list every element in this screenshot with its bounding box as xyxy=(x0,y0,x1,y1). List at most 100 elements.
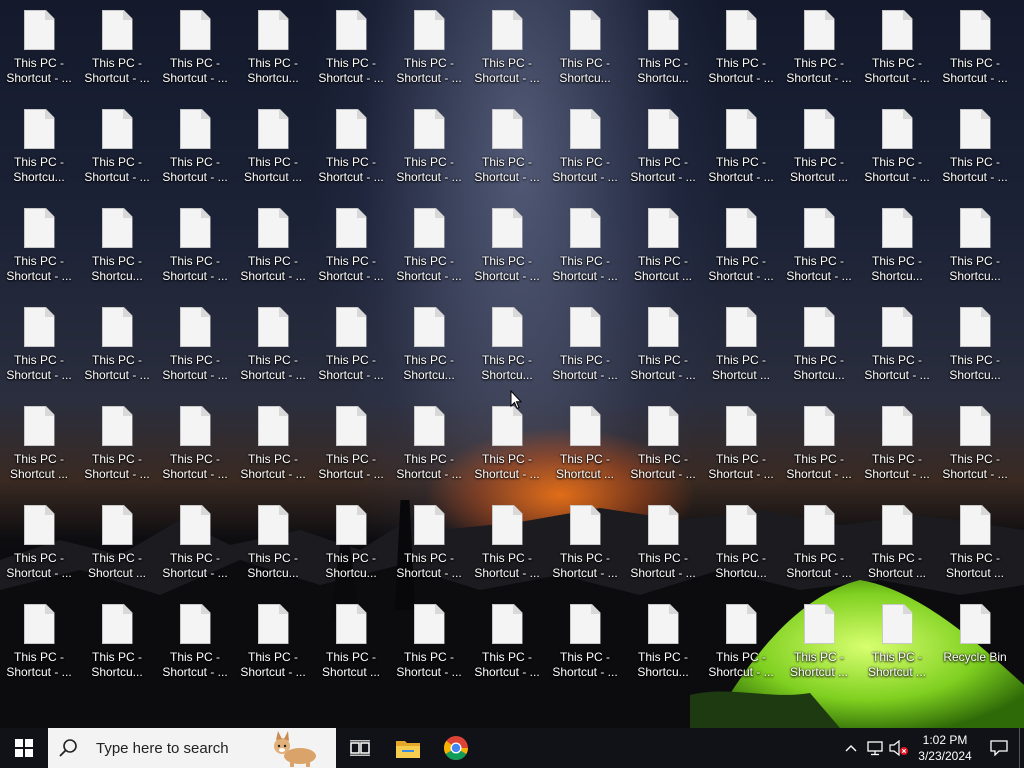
desktop-shortcut[interactable]: This PC - Shortcut - ... xyxy=(1,0,77,92)
desktop-shortcut[interactable]: This PC - Shortcut - ... xyxy=(313,396,389,488)
desktop-shortcut[interactable]: This PC - Shortcut - ... xyxy=(625,495,701,587)
desktop-shortcut[interactable]: This PC - Shortcut ... xyxy=(859,495,935,587)
desktop-shortcut[interactable]: This PC - Shortcut - ... xyxy=(313,99,389,191)
desktop-shortcut[interactable]: This PC - Shortcut - ... xyxy=(157,99,233,191)
desktop-shortcut[interactable]: This PC - Shortcut - ... xyxy=(79,99,155,191)
desktop-shortcut[interactable]: This PC - Shortcut - ... xyxy=(703,594,779,686)
desktop-shortcut[interactable]: This PC - Shortcut - ... xyxy=(469,198,545,290)
desktop-shortcut[interactable]: This PC - Shortcut ... xyxy=(79,495,155,587)
desktop-shortcut[interactable]: This PC - Shortcut ... xyxy=(781,99,857,191)
desktop-shortcut[interactable]: This PC - Shortcut - ... xyxy=(79,297,155,389)
start-button[interactable] xyxy=(0,728,48,768)
desktop-shortcut[interactable]: This PC - Shortcut - ... xyxy=(937,99,1013,191)
desktop-shortcut[interactable]: This PC - Shortcut - ... xyxy=(313,0,389,92)
desktop-shortcut[interactable]: This PC - Shortcut - ... xyxy=(157,396,233,488)
desktop-shortcut[interactable]: This PC - Shortcut - ... xyxy=(1,495,77,587)
chrome-button[interactable] xyxy=(432,728,480,768)
desktop-shortcut[interactable]: This PC - Shortcut - ... xyxy=(781,198,857,290)
desktop-shortcut[interactable]: This PC - Shortcu... xyxy=(391,297,467,389)
desktop-shortcut[interactable]: This PC - Shortcut - ... xyxy=(547,99,623,191)
desktop-shortcut[interactable]: This PC - Shortcut - ... xyxy=(391,396,467,488)
desktop-shortcut[interactable]: This PC - Shortcut - ... xyxy=(391,495,467,587)
network-button[interactable] xyxy=(863,728,887,768)
desktop-shortcut[interactable]: This PC - Shortcut ... xyxy=(547,396,623,488)
desktop-shortcut[interactable]: This PC - Shortcut - ... xyxy=(1,594,77,686)
desktop-shortcut[interactable]: This PC - Shortcut - ... xyxy=(781,0,857,92)
desktop-shortcut[interactable]: This PC - Shortcut - ... xyxy=(157,297,233,389)
volume-button[interactable] xyxy=(887,728,911,768)
task-view-button[interactable] xyxy=(336,728,384,768)
desktop-shortcut[interactable]: This PC - Shortcut ... xyxy=(235,99,311,191)
desktop-shortcut[interactable]: This PC - Shortcu... xyxy=(79,198,155,290)
desktop-shortcut[interactable]: This PC - Shortcut - ... xyxy=(313,297,389,389)
desktop-shortcut[interactable]: This PC - Shortcut - ... xyxy=(157,0,233,92)
desktop-shortcut[interactable]: This PC - Shortcu... xyxy=(937,198,1013,290)
desktop-shortcut[interactable]: This PC - Shortcut - ... xyxy=(547,594,623,686)
desktop-shortcut[interactable]: This PC - Shortcut - ... xyxy=(469,0,545,92)
desktop-shortcut[interactable]: This PC - Shortcut - ... xyxy=(781,396,857,488)
desktop-shortcut[interactable]: This PC - Shortcut - ... xyxy=(625,297,701,389)
desktop-shortcut[interactable]: This PC - Shortcu... xyxy=(79,594,155,686)
desktop-shortcut[interactable]: This PC - Shortcut - ... xyxy=(859,297,935,389)
recycle-bin-icon-item[interactable]: Recycle Bin xyxy=(937,594,1013,686)
desktop-shortcut[interactable]: This PC - Shortcu... xyxy=(859,198,935,290)
desktop-shortcut[interactable]: This PC - Shortcut - ... xyxy=(235,594,311,686)
desktop-shortcut[interactable]: This PC - Shortcut - ... xyxy=(235,297,311,389)
desktop-shortcut[interactable]: This PC - Shortcut - ... xyxy=(937,396,1013,488)
desktop-shortcut[interactable]: This PC - Shortcut - ... xyxy=(703,99,779,191)
clock[interactable]: 1:02 PM 3/23/2024 xyxy=(911,732,979,764)
desktop-shortcut[interactable]: This PC - Shortcut - ... xyxy=(547,198,623,290)
desktop-shortcut[interactable]: This PC - Shortcu... xyxy=(625,594,701,686)
desktop-shortcut[interactable]: This PC - Shortcut - ... xyxy=(157,495,233,587)
desktop-shortcut[interactable]: This PC - Shortcut ... xyxy=(781,594,857,686)
desktop-shortcut[interactable]: This PC - Shortcut - ... xyxy=(391,198,467,290)
desktop-shortcut[interactable]: This PC - Shortcut - ... xyxy=(157,594,233,686)
desktop-shortcut[interactable]: This PC - Shortcut - ... xyxy=(79,396,155,488)
desktop-shortcut[interactable]: This PC - Shortcut ... xyxy=(859,594,935,686)
desktop-shortcut[interactable]: This PC - Shortcut - ... xyxy=(547,495,623,587)
desktop-shortcut[interactable]: This PC - Shortcut ... xyxy=(1,396,77,488)
show-desktop-button[interactable] xyxy=(1019,728,1024,768)
desktop-shortcut[interactable]: This PC - Shortcut - ... xyxy=(79,0,155,92)
desktop-shortcut[interactable]: This PC - Shortcu... xyxy=(313,495,389,587)
taskbar-search-box[interactable]: Type here to search xyxy=(48,728,336,768)
desktop-shortcut[interactable]: This PC - Shortcut ... xyxy=(937,495,1013,587)
file-explorer-button[interactable] xyxy=(384,728,432,768)
desktop-shortcut[interactable]: This PC - Shortcut ... xyxy=(625,198,701,290)
desktop-shortcut[interactable]: This PC - Shortcut - ... xyxy=(1,198,77,290)
desktop-shortcut[interactable]: This PC - Shortcut - ... xyxy=(547,297,623,389)
desktop-shortcut[interactable]: This PC - Shortcut - ... xyxy=(859,396,935,488)
desktop-shortcut[interactable]: This PC - Shortcu... xyxy=(1,99,77,191)
desktop-shortcut[interactable]: This PC - Shortcu... xyxy=(235,0,311,92)
desktop-shortcut[interactable]: This PC - Shortcut - ... xyxy=(703,198,779,290)
desktop-shortcut[interactable]: This PC - Shortcut - ... xyxy=(469,99,545,191)
desktop-shortcut[interactable]: This PC - Shortcut - ... xyxy=(1,297,77,389)
desktop-shortcut[interactable]: This PC - Shortcut - ... xyxy=(469,396,545,488)
desktop-shortcut[interactable]: This PC - Shortcu... xyxy=(235,495,311,587)
desktop-shortcut[interactable]: This PC - Shortcut - ... xyxy=(937,0,1013,92)
show-hidden-icons-button[interactable] xyxy=(839,728,863,768)
desktop-shortcut[interactable]: This PC - Shortcut - ... xyxy=(235,198,311,290)
desktop-shortcut[interactable]: This PC - Shortcut - ... xyxy=(235,396,311,488)
desktop-shortcut[interactable]: This PC - Shortcut - ... xyxy=(391,99,467,191)
desktop-shortcut[interactable]: This PC - Shortcut - ... xyxy=(391,0,467,92)
desktop-shortcut[interactable]: This PC - Shortcu... xyxy=(469,297,545,389)
desktop-shortcut[interactable]: This PC - Shortcut - ... xyxy=(781,495,857,587)
desktop-shortcut[interactable]: This PC - Shortcut - ... xyxy=(313,198,389,290)
desktop-shortcut[interactable]: This PC - Shortcu... xyxy=(625,0,701,92)
desktop-shortcut[interactable]: This PC - Shortcut - ... xyxy=(625,99,701,191)
desktop-shortcut[interactable]: This PC - Shortcut - ... xyxy=(859,99,935,191)
desktop-shortcut[interactable]: This PC - Shortcut - ... xyxy=(625,396,701,488)
desktop-shortcut[interactable]: This PC - Shortcut ... xyxy=(313,594,389,686)
desktop-shortcut[interactable]: This PC - Shortcut - ... xyxy=(391,594,467,686)
desktop-shortcut[interactable]: This PC - Shortcut - ... xyxy=(157,198,233,290)
desktop-shortcut[interactable]: This PC - Shortcu... xyxy=(703,495,779,587)
desktop-shortcut[interactable]: This PC - Shortcut - ... xyxy=(703,0,779,92)
desktop-shortcut[interactable]: This PC - Shortcut - ... xyxy=(859,0,935,92)
desktop-shortcut[interactable]: This PC - Shortcu... xyxy=(937,297,1013,389)
action-center-button[interactable] xyxy=(979,728,1019,768)
desktop-shortcut[interactable]: This PC - Shortcu... xyxy=(547,0,623,92)
desktop-shortcut[interactable]: This PC - Shortcut - ... xyxy=(703,396,779,488)
desktop-shortcut[interactable]: This PC - Shortcut ... xyxy=(703,297,779,389)
desktop-shortcut[interactable]: This PC - Shortcut - ... xyxy=(469,594,545,686)
